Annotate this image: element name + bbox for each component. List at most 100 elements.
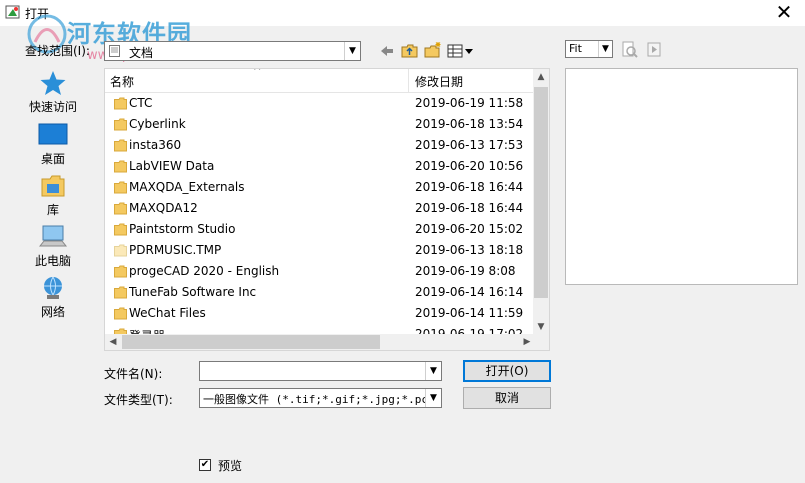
preview-pane xyxy=(565,68,798,285)
file-date: 2019-06-20 10:56 xyxy=(415,159,524,173)
list-item[interactable]: LabVIEW Data 2019-06-20 10:56 xyxy=(105,156,535,177)
zoom-dropdown[interactable]: Fit ▼ xyxy=(565,40,613,58)
file-list[interactable]: ^ 名称 修改日期 CTC 2019-06-19 11:58 Cyberlink 20… xyxy=(104,68,550,351)
chevron-down-icon[interactable]: ▼ xyxy=(425,362,441,380)
file-date: 2019-06-19 11:58 xyxy=(415,96,524,110)
file-date: 2019-06-13 18:18 xyxy=(415,243,524,257)
list-item[interactable]: PDRMUSIC.TMP 2019-06-13 18:18 xyxy=(105,240,535,261)
magnifier-icon[interactable] xyxy=(621,40,639,60)
close-button[interactable]: ✕ xyxy=(769,0,799,26)
chevron-down-icon[interactable]: ▼ xyxy=(598,41,612,57)
file-date: 2019-06-13 17:53 xyxy=(415,138,524,152)
filetype-dropdown[interactable]: 一般图像文件 (*.tif;*.gif;*.jpg;*.pcx ▼ xyxy=(199,388,442,408)
place-library[interactable]: 库 xyxy=(20,173,86,218)
folder-icon xyxy=(114,181,127,194)
file-date: 2019-06-14 11:59 xyxy=(415,306,524,320)
place-network[interactable]: 网络 xyxy=(20,275,86,320)
up-folder-icon[interactable] xyxy=(401,41,419,61)
look-in-value: 文档 xyxy=(129,46,154,60)
place-label: 此电脑 xyxy=(34,254,71,268)
place-label: 库 xyxy=(46,203,59,217)
filetype-label: 文件类型(T): xyxy=(104,393,173,407)
column-divider[interactable] xyxy=(408,69,409,92)
chevron-down-icon[interactable]: ▼ xyxy=(344,42,360,60)
title-bar: 打开 ✕ xyxy=(0,0,805,26)
scroll-up-icon[interactable]: ▲ xyxy=(533,69,549,85)
file-name: insta360 xyxy=(129,138,182,152)
file-date: 2019-06-14 16:14 xyxy=(415,285,524,299)
folder-icon xyxy=(114,160,127,173)
list-item[interactable]: progeCAD 2020 - English 2019-06-19 8:08 xyxy=(105,261,535,282)
list-item[interactable]: Paintstorm Studio 2019-06-20 15:02 xyxy=(105,219,535,240)
scroll-thumb[interactable] xyxy=(122,335,380,349)
preview-checkbox[interactable]: ✔ xyxy=(199,459,211,471)
column-header-name[interactable]: 名称 xyxy=(110,73,134,90)
place-this-pc[interactable]: 此电脑 xyxy=(20,224,86,269)
filename-label: 文件名(N): xyxy=(104,367,163,381)
list-item[interactable]: MAXQDA12 2019-06-18 16:44 xyxy=(105,198,535,219)
folder-icon xyxy=(114,202,127,215)
file-name: progeCAD 2020 - English xyxy=(129,264,280,278)
file-name: MAXQDA12 xyxy=(129,201,198,215)
place-label: 桌面 xyxy=(40,152,65,166)
folder-icon xyxy=(114,307,127,320)
file-date: 2019-06-18 13:54 xyxy=(415,117,524,131)
filename-input[interactable]: ▼ xyxy=(199,361,442,381)
new-folder-icon[interactable] xyxy=(424,41,442,61)
window-title: 打开 xyxy=(25,7,50,21)
file-name: CTC xyxy=(129,96,153,110)
star-icon xyxy=(40,71,66,95)
file-name: LabVIEW Data xyxy=(129,159,215,173)
zoom-value: Fit xyxy=(569,42,582,55)
scroll-left-icon[interactable]: ◀ xyxy=(105,334,121,350)
file-name: Paintstorm Studio xyxy=(129,222,236,236)
file-name: WeChat Files xyxy=(129,306,206,320)
look-in-dropdown[interactable]: 文档 ▼ xyxy=(104,41,361,61)
file-date: 2019-06-20 15:02 xyxy=(415,222,524,236)
scroll-thumb[interactable] xyxy=(534,87,548,298)
list-item[interactable]: MAXQDA_Externals 2019-06-18 16:44 xyxy=(105,177,535,198)
cancel-button[interactable]: 取消 xyxy=(463,387,551,409)
list-item[interactable]: WeChat Files 2019-06-14 11:59 xyxy=(105,303,535,324)
folder-icon xyxy=(114,265,127,278)
open-button[interactable]: 打开(O) xyxy=(463,360,551,382)
place-quick-access[interactable]: 快速访问 xyxy=(20,70,86,115)
file-name: PDRMUSIC.TMP xyxy=(129,243,222,257)
list-item[interactable]: insta360 2019-06-13 17:53 xyxy=(105,135,535,156)
place-label: 网络 xyxy=(40,305,65,319)
documents-folder-icon xyxy=(109,45,120,57)
file-rows: CTC 2019-06-19 11:58 Cyberlink 2019-06-18 1… xyxy=(105,93,535,345)
place-label: 快速访问 xyxy=(28,100,77,114)
folder-icon xyxy=(114,286,127,299)
network-icon xyxy=(44,276,62,299)
folder-icon xyxy=(114,244,127,257)
play-icon[interactable] xyxy=(647,40,663,60)
scroll-down-icon[interactable]: ▼ xyxy=(533,319,549,335)
scroll-corner xyxy=(533,334,549,350)
list-item[interactable]: CTC 2019-06-19 11:58 xyxy=(105,93,535,114)
column-header-date[interactable]: 修改日期 xyxy=(415,73,463,90)
chevron-down-icon[interactable]: ▼ xyxy=(425,389,441,407)
list-item[interactable]: Cyberlink 2019-06-18 13:54 xyxy=(105,114,535,135)
sort-ascending-icon: ^ xyxy=(253,68,262,77)
desktop-icon xyxy=(38,123,68,145)
folder-icon xyxy=(114,223,127,236)
file-date: 2019-06-19 8:08 xyxy=(415,264,516,278)
preview-checkbox-label: 预览 xyxy=(218,459,243,473)
folder-icon xyxy=(114,139,127,152)
folder-icon xyxy=(114,118,127,131)
library-icon xyxy=(41,175,65,197)
file-date: 2019-06-18 16:44 xyxy=(415,201,524,215)
app-icon xyxy=(5,5,20,19)
file-date: 2019-06-18 16:44 xyxy=(415,180,524,194)
computer-icon xyxy=(38,225,68,247)
horizontal-scrollbar[interactable]: ◀ ▶ xyxy=(105,334,535,350)
folder-icon xyxy=(114,97,127,110)
view-menu-icon[interactable] xyxy=(447,41,475,61)
back-arrow-icon[interactable] xyxy=(379,41,395,61)
vertical-scrollbar[interactable]: ▲ ▼ xyxy=(533,69,549,335)
look-in-label: 查找范围(I): xyxy=(25,44,90,58)
list-item[interactable]: TuneFab Software Inc 2019-06-14 16:14 xyxy=(105,282,535,303)
place-desktop[interactable]: 桌面 xyxy=(20,122,86,167)
checkmark-icon: ✔ xyxy=(200,459,210,470)
